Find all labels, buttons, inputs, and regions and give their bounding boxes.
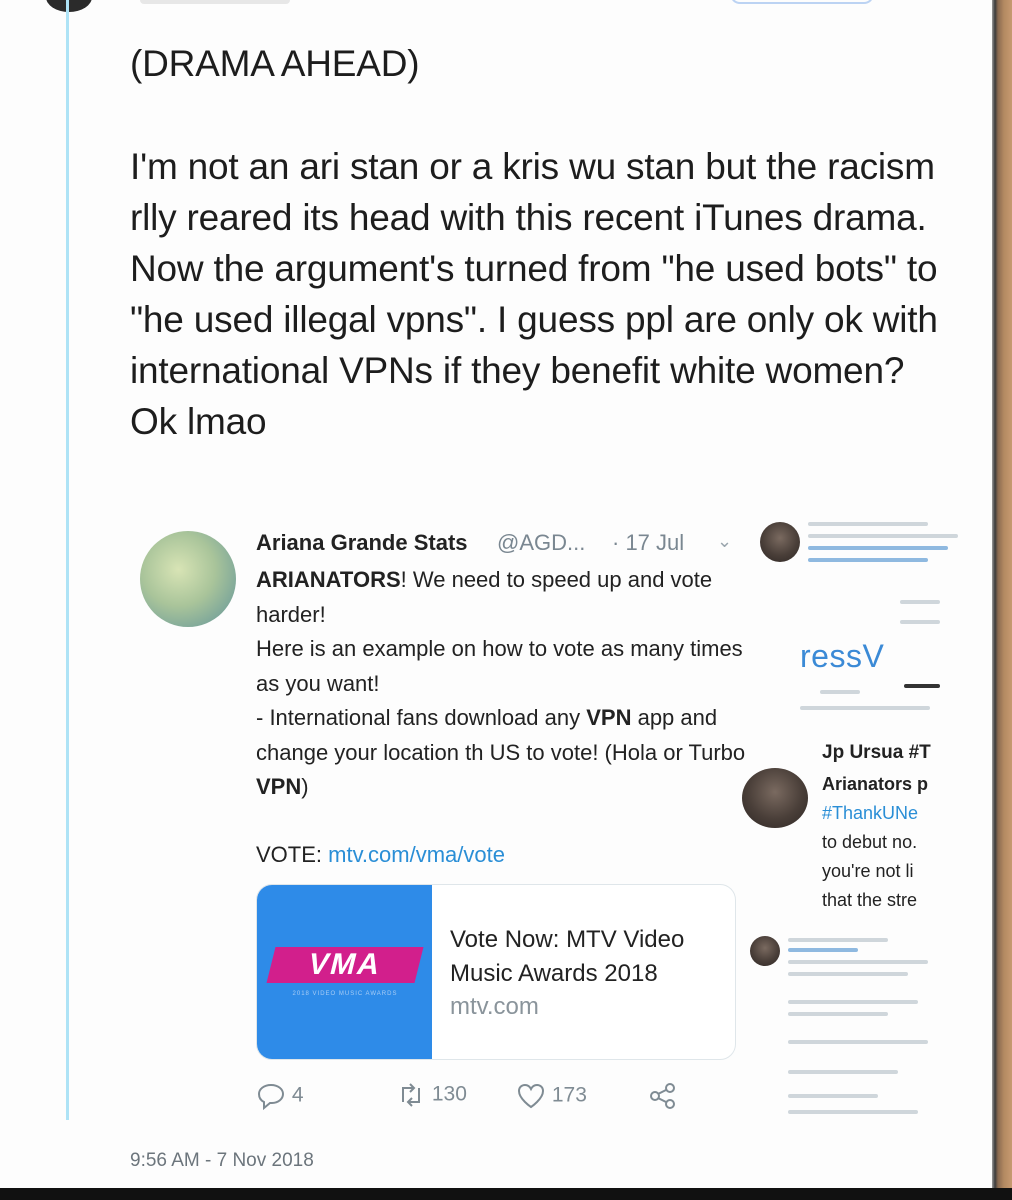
quoted-avatar[interactable] — [140, 531, 236, 627]
bg-avatar-1 — [760, 522, 800, 562]
quoted-text: ARIANATORS! We need to speed up and vote… — [256, 563, 746, 805]
bg-line — [808, 546, 948, 550]
bg-line — [788, 1094, 878, 1098]
bg-line — [788, 1070, 898, 1074]
bg-line — [808, 534, 958, 538]
thread-line — [66, 0, 69, 1120]
retweet-count: 130 — [431, 1082, 467, 1106]
vote-label: VOTE: — [256, 842, 329, 867]
vote-link[interactable]: mtv.com/vma/vote — [328, 842, 505, 867]
heart-icon — [516, 1083, 546, 1109]
reply-count: 4 — [291, 1083, 304, 1107]
bg-line — [788, 1040, 928, 1044]
vma-logo: VMA — [266, 947, 424, 983]
link-card[interactable]: VMA 2018 VIDEO MUSIC AWARDS Vote Now: MT… — [256, 884, 736, 1060]
bg-line — [788, 938, 888, 942]
bg-line — [800, 706, 930, 710]
reply-action[interactable]: 4 — [256, 1082, 304, 1111]
chevron-down-icon[interactable]: ⌄ — [717, 531, 732, 552]
bg-line — [904, 684, 940, 688]
bg-line — [788, 1012, 888, 1016]
vote-line: VOTE: mtv.com/vma/vote — [256, 842, 505, 868]
quoted-text-3a: - International fans download any — [256, 705, 587, 730]
tweet-heading: (DRAMA AHEAD) — [130, 43, 420, 84]
right-edge-bezel — [992, 0, 1012, 1200]
bg-text-line-5: that the stre — [822, 890, 918, 910]
bg-line — [788, 960, 928, 964]
card-title: Vote Now: MTV Video Music Awards 2018 — [450, 926, 685, 987]
bg-line — [900, 600, 940, 604]
author-handle-blur — [140, 0, 290, 4]
bg-line — [808, 522, 928, 526]
tweet-body: I'm not an ari stan or a kris wu stan bu… — [130, 146, 938, 442]
retweet-icon — [396, 1083, 426, 1107]
bg-user-name: Jp Ursua #T — [822, 742, 931, 763]
retweet-action[interactable]: 130 — [396, 1082, 467, 1108]
quoted-text-2: Here is an example on how to vote as man… — [256, 636, 743, 696]
bg-avatar-3 — [750, 936, 780, 966]
bg-text-line-1: Arianators p — [822, 774, 929, 794]
quoted-text-lead: ARIANATORS — [256, 567, 401, 592]
bottom-bar — [0, 1188, 1012, 1200]
like-count: 173 — [551, 1083, 587, 1107]
tweet-timestamp[interactable]: 9:56 AM - 7 Nov 2018 — [130, 1150, 314, 1172]
bg-line — [900, 620, 940, 624]
quoted-date[interactable]: · 17 Jul — [612, 530, 684, 556]
like-action[interactable]: 173 — [516, 1082, 587, 1110]
quoted-author-handle[interactable]: @AGD... — [497, 530, 585, 556]
bg-press-fragment: ressV — [800, 638, 885, 674]
share-icon — [648, 1083, 678, 1109]
screenshot: (DRAMA AHEAD) I'm not an ari stan or a k… — [0, 0, 1012, 1200]
bg-line — [820, 690, 860, 694]
bg-line — [788, 1000, 918, 1004]
share-action[interactable] — [648, 1082, 678, 1110]
bg-avatar-2 — [742, 768, 808, 828]
bg-text-line-4: you're not li — [822, 861, 914, 881]
reply-icon — [256, 1083, 286, 1111]
author-avatar[interactable] — [46, 0, 92, 12]
vma-logo-subtitle: 2018 VIDEO MUSIC AWARDS — [292, 991, 398, 997]
bg-line — [808, 558, 928, 562]
quoted-author-name[interactable]: Ariana Grande Stats — [256, 530, 468, 556]
bg-text-line-2: #ThankUNe — [822, 803, 919, 823]
card-image: VMA 2018 VIDEO MUSIC AWARDS — [257, 885, 432, 1059]
bg-text-line-3: to debut no. — [822, 832, 918, 852]
bg-line — [788, 1110, 918, 1114]
quoted-text-3d: VPN — [256, 774, 302, 799]
card-domain: mtv.com — [450, 993, 539, 1020]
bg-line — [788, 972, 908, 976]
bg-line — [788, 948, 858, 952]
quoted-text-3e: ) — [301, 774, 309, 799]
follow-button[interactable] — [730, 0, 874, 4]
quoted-text-3b: VPN — [586, 705, 632, 730]
